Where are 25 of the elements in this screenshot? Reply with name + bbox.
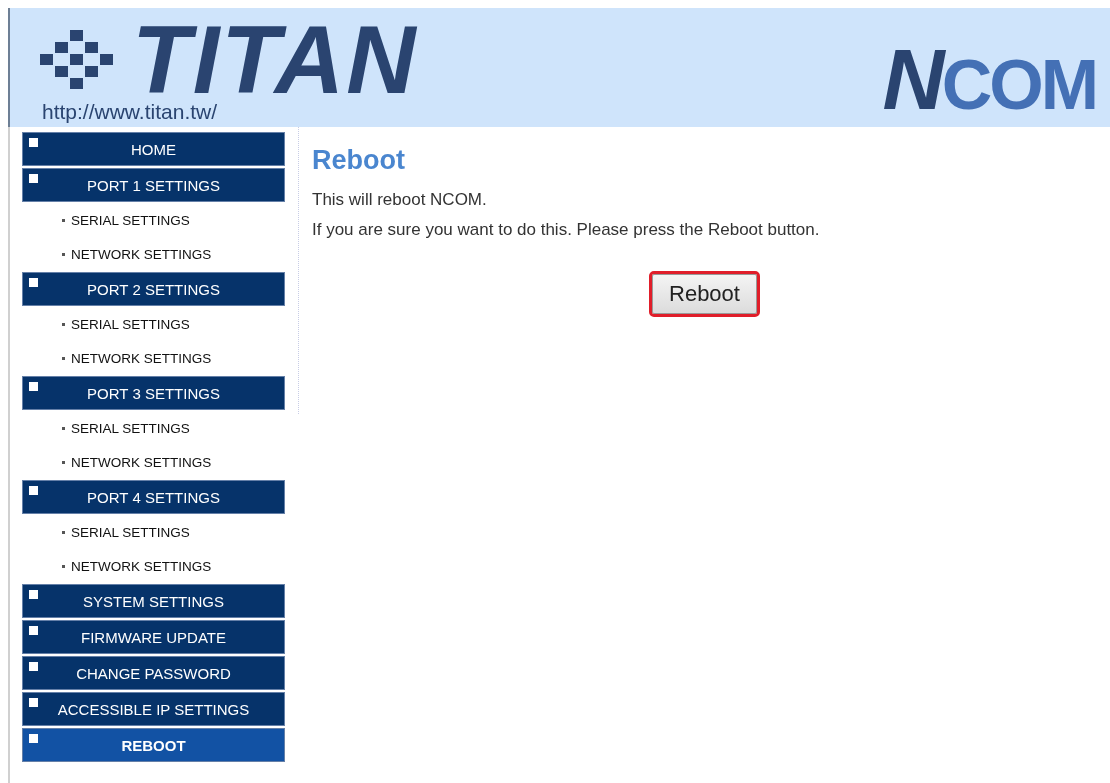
info-text: This will reboot NCOM. [312,190,488,210]
menu-item[interactable]: PORT 4 SETTINGS [22,480,285,514]
submenu-link[interactable]: SERIAL SETTINGS [22,514,285,550]
submenu-link[interactable]: NETWORK SETTINGS [22,236,285,272]
menu-item[interactable]: FIRMWARE UPDATE [22,620,285,654]
submenu-link[interactable]: NETWORK SETTINGS [22,340,285,376]
submenu-link[interactable]: NETWORK SETTINGS [22,548,285,584]
website-url: http://www.titan.tw/ [42,100,219,124]
menu-item[interactable]: CHANGE PASSWORD [22,656,285,690]
submenu-link[interactable]: SERIAL SETTINGS [22,410,285,446]
product-logo: NCOM [882,34,1096,129]
submenu-link[interactable]: SERIAL SETTINGS [22,306,285,342]
page-title: Reboot [312,145,406,176]
menu-item[interactable]: REBOOT [22,728,285,762]
reboot-button[interactable]: Reboot [652,274,757,314]
menu-item[interactable]: ACCESSIBLE IP SETTINGS [22,692,285,726]
menu-item[interactable]: PORT 1 SETTINGS [22,168,285,202]
submenu-link[interactable]: NETWORK SETTINGS [22,444,285,480]
brand-logo: TITAN [132,20,418,100]
info-text: If you are sure you want to do this. Please press the Reboot button. [312,220,821,240]
menu-item[interactable]: PORT 2 SETTINGS [22,272,285,306]
menu-item[interactable]: SYSTEM SETTINGS [22,584,285,618]
submenu-link[interactable]: SERIAL SETTINGS [22,202,285,238]
menu-item[interactable]: PORT 3 SETTINGS [22,376,285,410]
menu-item[interactable]: HOME [22,132,285,166]
